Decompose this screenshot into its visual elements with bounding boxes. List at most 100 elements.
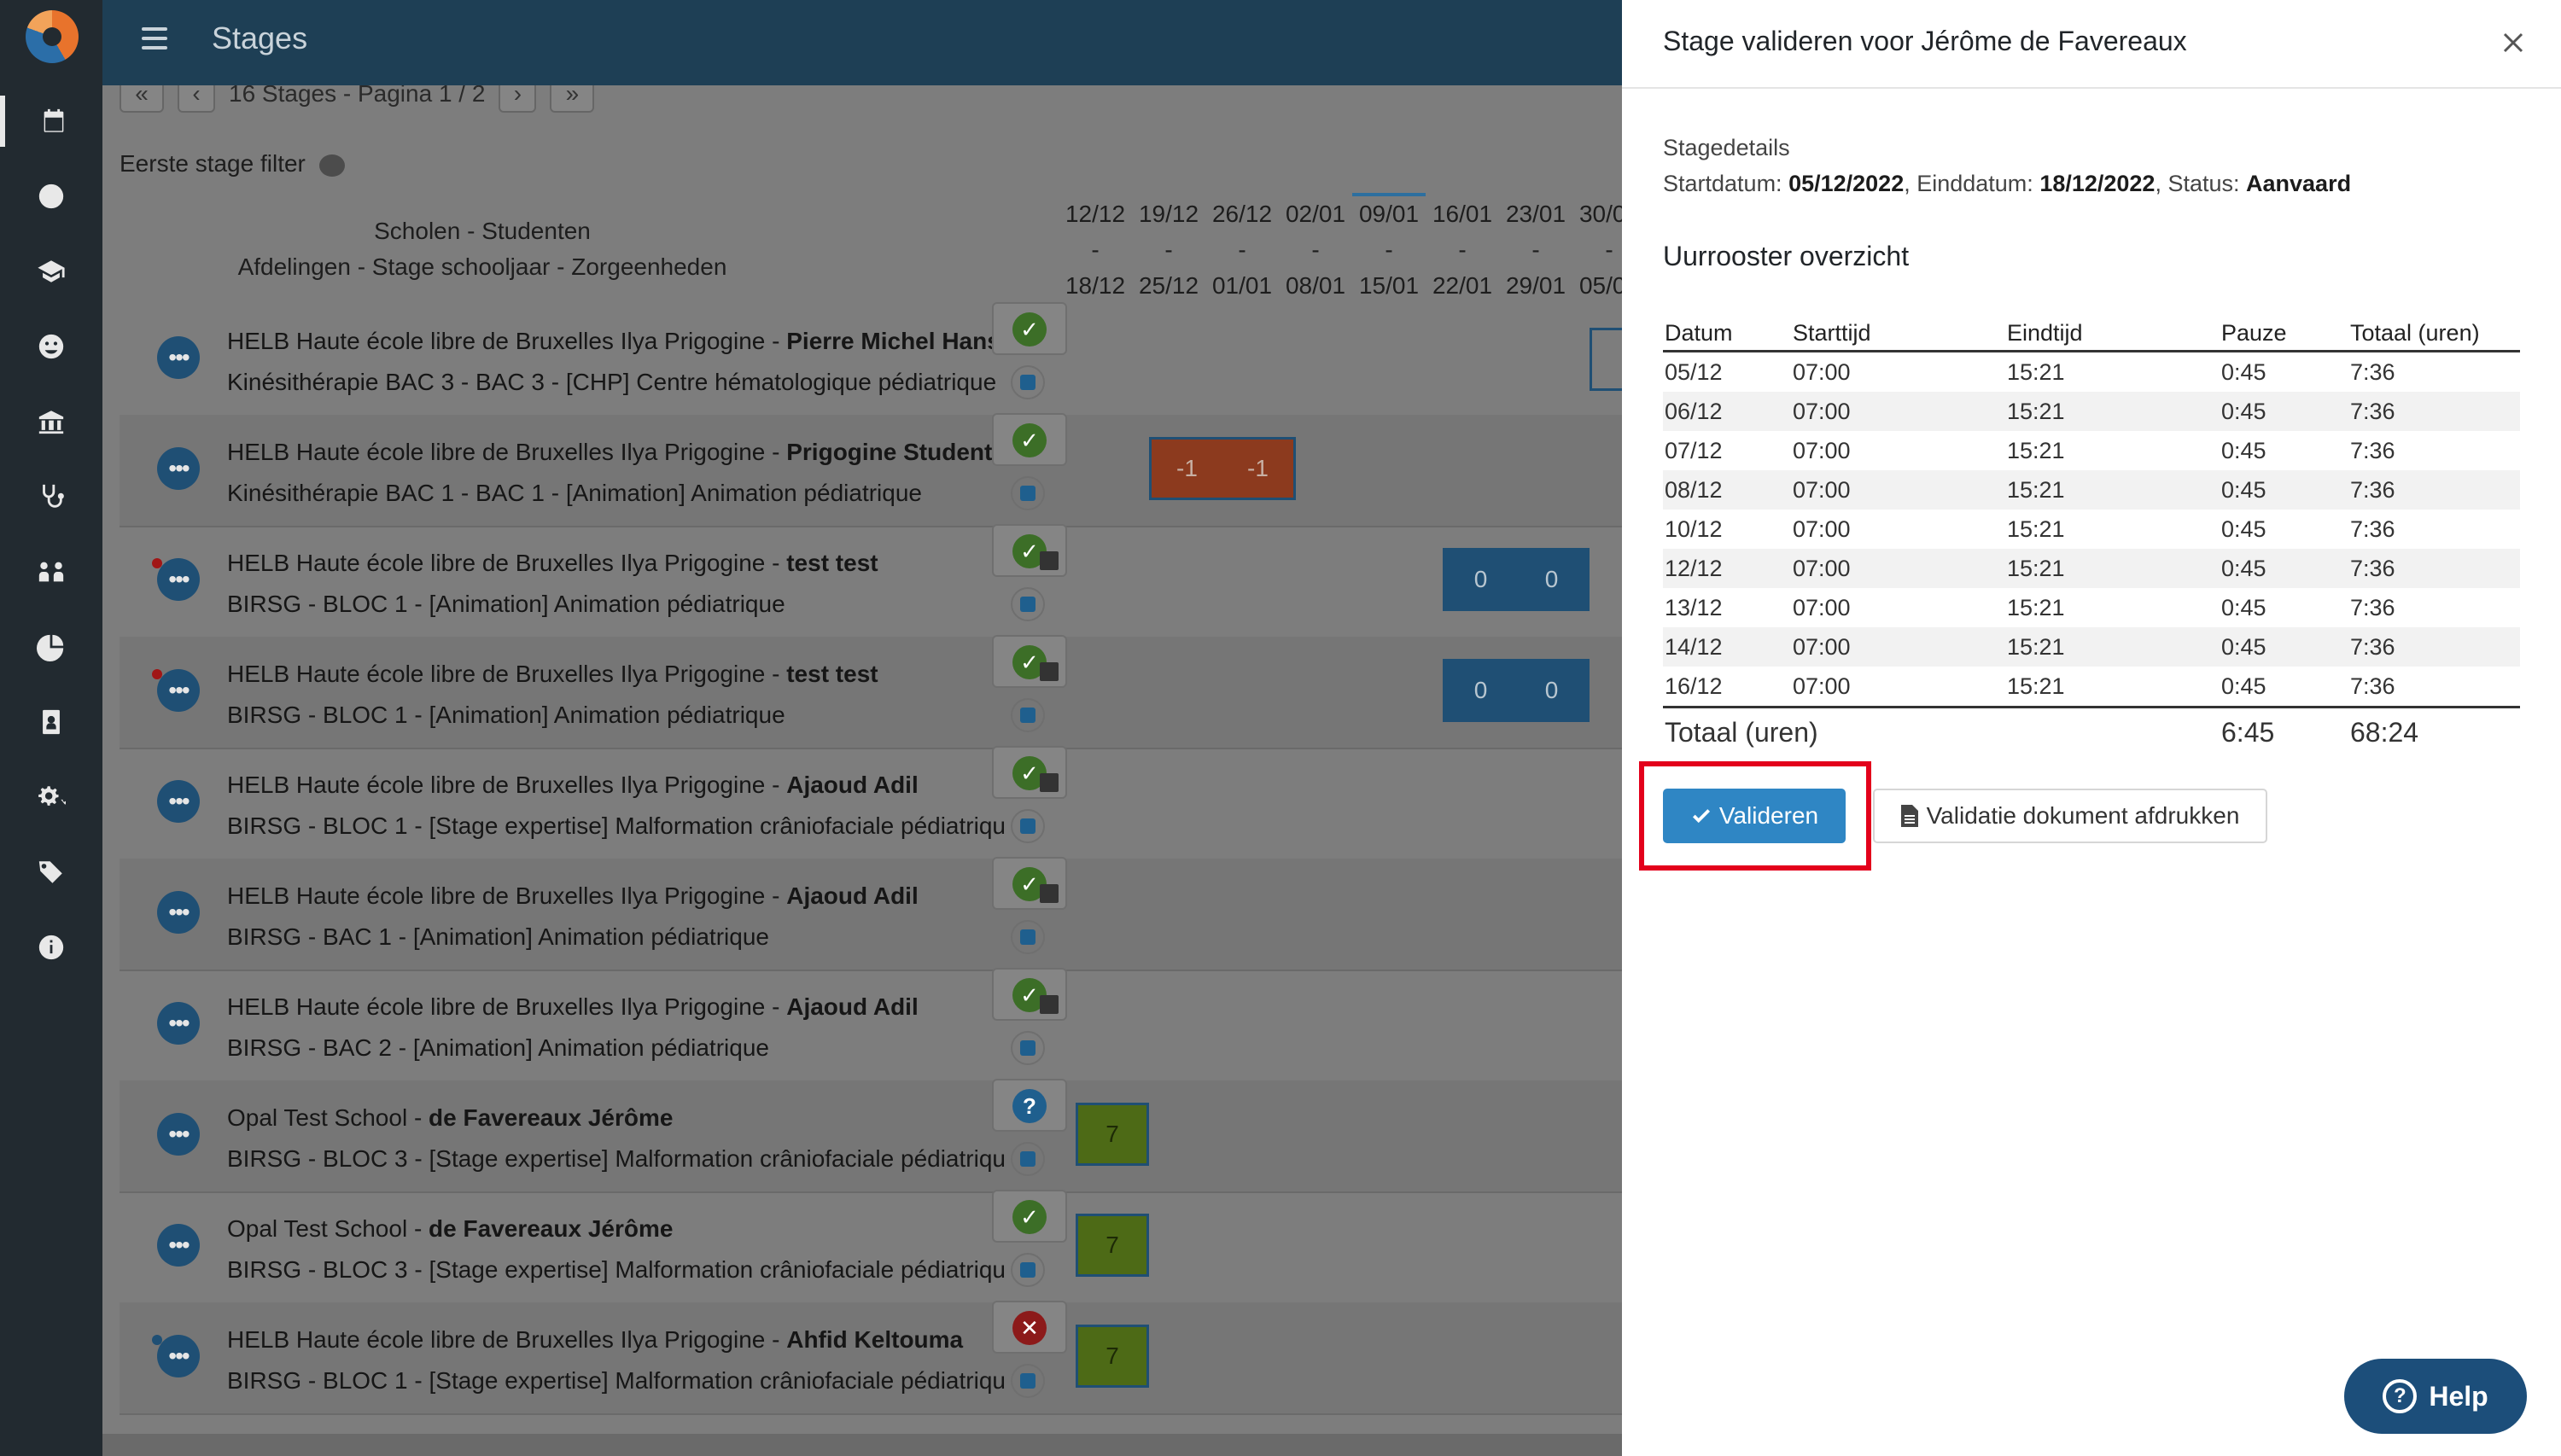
- print-document-button[interactable]: Validatie dokument afdrukken: [1873, 789, 2267, 843]
- status-button[interactable]: ✕: [992, 1301, 1067, 1354]
- col-pause: Pauze: [2220, 316, 2348, 352]
- horizontal-scrollbar[interactable]: [102, 1434, 1622, 1456]
- prev-page-button[interactable]: ‹: [178, 85, 215, 113]
- schedule-button[interactable]: [1011, 809, 1045, 843]
- status-value: Aanvaard: [2246, 171, 2352, 196]
- calendar-icon: [1020, 929, 1035, 945]
- graduation-icon[interactable]: [0, 246, 102, 297]
- calendar-icon: [1040, 551, 1059, 570]
- table-row[interactable]: ••• HELB Haute école libre de Bruxelles …: [120, 302, 1622, 416]
- table-row[interactable]: ••• HELB Haute école libre de Bruxelles …: [120, 413, 1622, 527]
- row-options-button[interactable]: •••: [157, 1113, 200, 1156]
- schedule-title: Uurrooster overzicht: [1663, 241, 1910, 271]
- gears-icon[interactable]: [0, 772, 102, 823]
- schedule-button[interactable]: [1011, 920, 1045, 954]
- row-detail: BIRSG - BLOC 1 - [Stage expertise] Malfo…: [227, 812, 1006, 839]
- gantt-cell[interactable]: 7: [1076, 1214, 1149, 1277]
- next-page-button[interactable]: ›: [499, 85, 537, 113]
- calendar-icon: [1020, 1040, 1035, 1056]
- clock-icon[interactable]: [0, 171, 102, 222]
- status-button[interactable]: ✓: [992, 413, 1067, 466]
- row-title: HELB Haute école libre de Bruxelles Ilya…: [227, 661, 878, 687]
- row-options-button[interactable]: •••: [157, 891, 200, 934]
- schedule-row: 08/12 07:00 15:21 0:45 7:36: [1663, 470, 2520, 510]
- week-header: 12/12-18/12: [1065, 201, 1126, 299]
- table-row[interactable]: ••• Opal Test School - de Favereaux Jérô…: [120, 1079, 1622, 1193]
- schedule-button[interactable]: [1011, 1364, 1045, 1398]
- status-button[interactable]: ?: [992, 1079, 1067, 1132]
- brain-icon[interactable]: [318, 154, 345, 177]
- schedule-row: 13/12 07:00 15:21 0:45 7:36: [1665, 594, 2395, 620]
- tags-icon[interactable]: [0, 847, 102, 898]
- help-button[interactable]: ? Help: [2344, 1359, 2527, 1434]
- calendar-icon: [1040, 773, 1059, 792]
- status-button[interactable]: ✓: [992, 1190, 1067, 1243]
- row-options-button[interactable]: •••: [157, 669, 200, 712]
- col-date: Datum: [1663, 316, 1791, 352]
- first-page-button[interactable]: «: [120, 85, 164, 113]
- schedule-button[interactable]: [1011, 365, 1045, 399]
- menu-icon[interactable]: [142, 27, 167, 53]
- table-row[interactable]: ••• HELB Haute école libre de Bruxelles …: [120, 1301, 1622, 1415]
- schedule-total-row: Totaal (uren) 6:45 68:24: [1663, 706, 2520, 756]
- filter-label[interactable]: Eerste stage filter: [120, 150, 345, 178]
- gantt-cell[interactable]: [1590, 328, 1622, 391]
- table-row[interactable]: ••• HELB Haute école libre de Bruxelles …: [120, 746, 1622, 860]
- calendar-icon[interactable]: [0, 96, 102, 147]
- check-icon: ✓: [1012, 312, 1047, 347]
- pie-chart-icon[interactable]: [0, 621, 102, 673]
- gantt-cell[interactable]: 00: [1443, 548, 1590, 611]
- status-button[interactable]: ✓: [992, 302, 1067, 355]
- status-button[interactable]: ✓: [992, 746, 1067, 799]
- row-options-button[interactable]: •••: [157, 336, 200, 379]
- gantt-cell[interactable]: -1 -1: [1149, 437, 1296, 500]
- row-options-button[interactable]: •••: [157, 780, 200, 823]
- validate-button[interactable]: Valideren: [1663, 789, 1846, 843]
- status-button[interactable]: ✓: [992, 635, 1067, 688]
- users-icon[interactable]: [0, 546, 102, 597]
- stage-details-line: Startdatum: 05/12/2022, Einddatum: 18/12…: [1663, 171, 2352, 196]
- last-page-button[interactable]: »: [550, 85, 595, 113]
- row-options-button[interactable]: •••: [157, 1335, 200, 1377]
- table-row[interactable]: ••• HELB Haute école libre de Bruxelles …: [120, 857, 1622, 971]
- table-row[interactable]: ••• HELB Haute école libre de Bruxelles …: [120, 968, 1622, 1082]
- pagination-text: 16 Stages - Pagina 1 / 2: [229, 85, 486, 107]
- schedule-button[interactable]: [1011, 1142, 1045, 1176]
- calendar-icon: [1020, 818, 1035, 834]
- id-card-icon[interactable]: [0, 696, 102, 748]
- row-title: HELB Haute école libre de Bruxelles Ilya…: [227, 993, 919, 1020]
- pagination: « ‹ 16 Stages - Pagina 1 / 2 › »: [120, 85, 595, 113]
- row-options-button[interactable]: •••: [157, 1002, 200, 1045]
- schedule-button[interactable]: [1011, 1253, 1045, 1287]
- status-button[interactable]: ✓: [992, 524, 1067, 577]
- row-options-button[interactable]: •••: [157, 447, 200, 490]
- status-button[interactable]: ✓: [992, 968, 1067, 1021]
- school-icon[interactable]: [0, 396, 102, 447]
- schedule-button[interactable]: [1011, 587, 1045, 621]
- calendar-icon: [1020, 1151, 1035, 1167]
- row-options-button[interactable]: •••: [157, 1224, 200, 1267]
- schedule-button[interactable]: [1011, 1031, 1045, 1065]
- schedule-row: 16/12 07:00 15:21 0:45 7:36: [1665, 673, 2395, 699]
- close-icon[interactable]: [2496, 26, 2530, 60]
- row-title: HELB Haute école libre de Bruxelles Ilya…: [227, 439, 993, 465]
- panel-title: Stage valideren voor Jérôme de Favereaux: [1663, 26, 2187, 56]
- gantt-cell[interactable]: 00: [1443, 659, 1590, 722]
- schedule-row: 10/12 07:00 15:21 0:45 7:36: [1665, 515, 2395, 542]
- table-row[interactable]: ••• HELB Haute école libre de Bruxelles …: [120, 635, 1622, 749]
- row-options-button[interactable]: •••: [157, 558, 200, 601]
- col-end: Eindtijd: [2005, 316, 2220, 352]
- info-icon[interactable]: [0, 922, 102, 973]
- app-logo[interactable]: [26, 10, 79, 63]
- gantt-cell[interactable]: 7: [1076, 1103, 1149, 1166]
- schedule-button[interactable]: [1011, 698, 1045, 732]
- smile-icon[interactable]: [0, 321, 102, 372]
- table-row[interactable]: ••• Opal Test School - de Favereaux Jérô…: [120, 1190, 1622, 1304]
- gantt-cell[interactable]: 7: [1076, 1325, 1149, 1388]
- calendar-icon: [1020, 597, 1035, 612]
- schedule-row: 14/12 07:00 15:21 0:45 7:36: [1663, 627, 2520, 667]
- table-row[interactable]: ••• HELB Haute école libre de Bruxelles …: [120, 524, 1622, 638]
- status-button[interactable]: ✓: [992, 857, 1067, 910]
- schedule-button[interactable]: [1011, 476, 1045, 510]
- stethoscope-icon[interactable]: [0, 471, 102, 522]
